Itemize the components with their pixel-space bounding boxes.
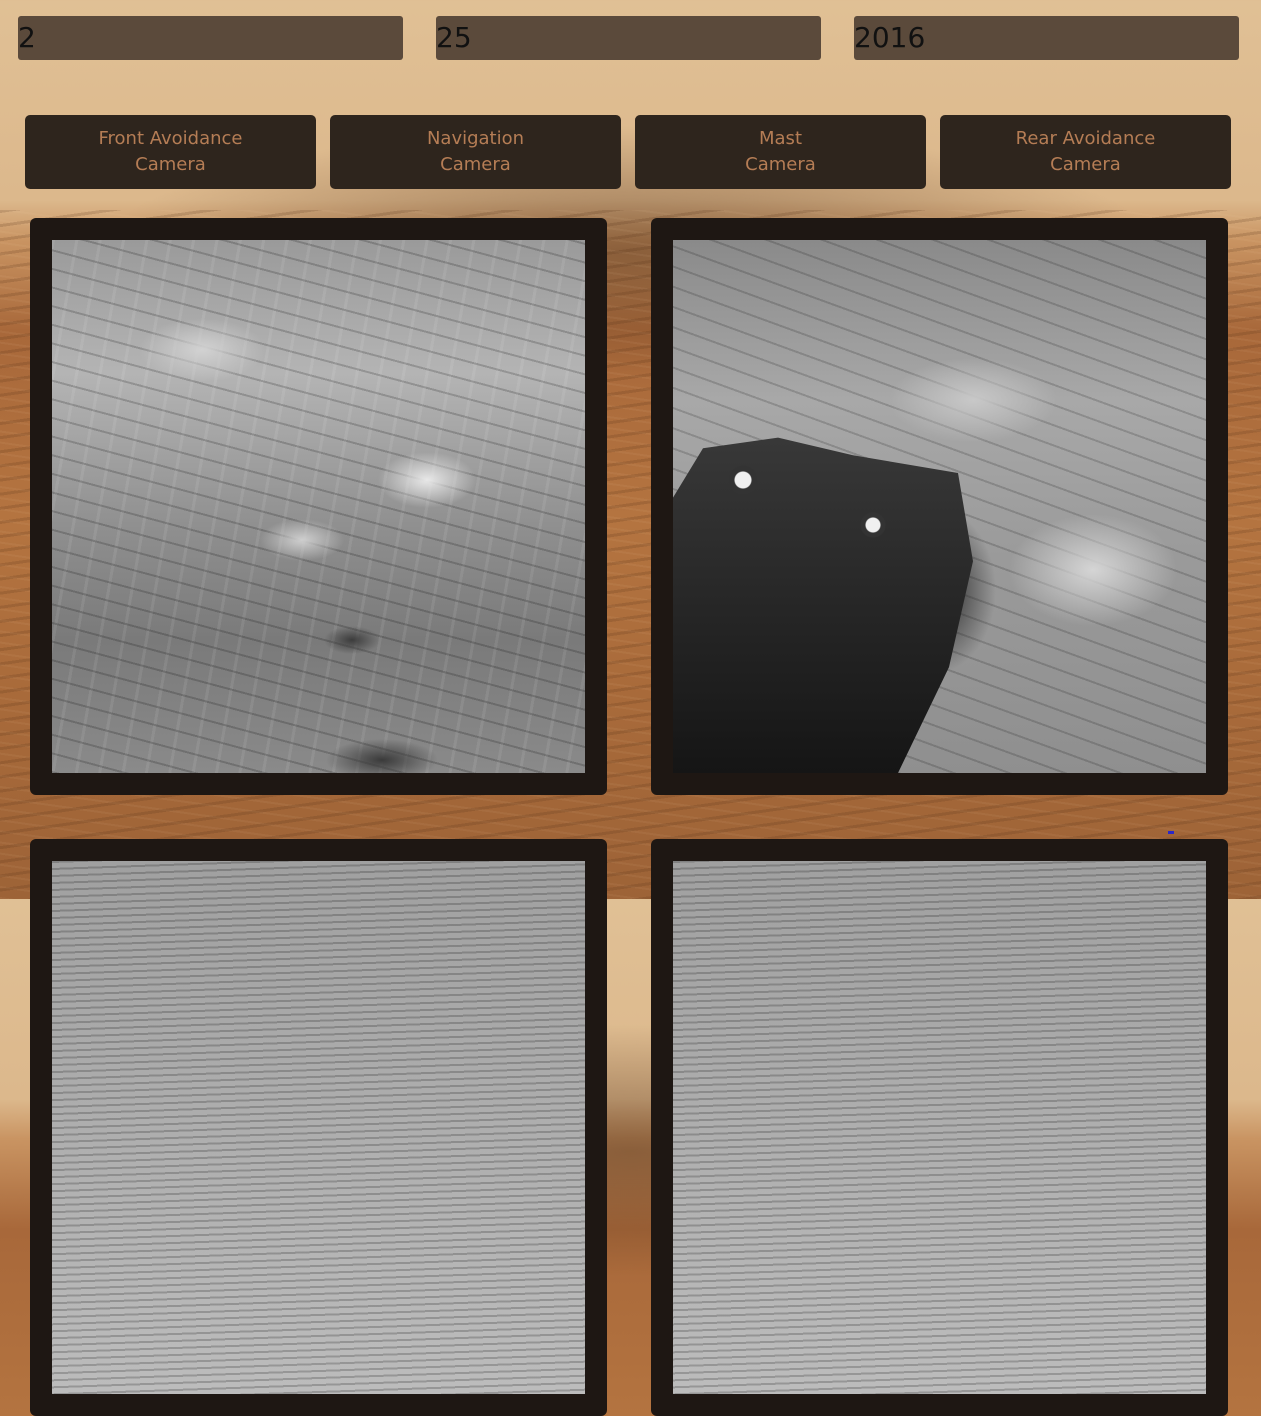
rover-photo[interactable] <box>673 861 1206 1394</box>
year-input[interactable]: 2016 <box>854 16 1239 60</box>
button-label-line1: Rear Avoidance <box>1015 128 1156 149</box>
rover-photo[interactable] <box>52 861 585 1394</box>
button-label-line2: Camera <box>745 154 816 175</box>
button-label-line1: Navigation <box>426 128 525 149</box>
rover-photo[interactable] <box>673 240 1206 773</box>
cursor-marker <box>1168 831 1174 834</box>
front-avoidance-camera-button[interactable]: Front Avoidance Camera <box>25 115 316 189</box>
day-input[interactable]: 25 <box>436 16 821 60</box>
button-label-line1: Mast <box>759 128 802 149</box>
button-label-line2: Camera <box>135 154 206 175</box>
rear-avoidance-camera-button[interactable]: Rear Avoidance Camera <box>940 115 1231 189</box>
photo-card[interactable] <box>30 218 607 795</box>
button-label-line2: Camera <box>1050 154 1121 175</box>
button-label-line2: Camera <box>440 154 511 175</box>
page: { "filters": { "month": "2", "day": "25"… <box>0 0 1261 1416</box>
mast-camera-button[interactable]: Mast Camera <box>635 115 926 189</box>
photo-card[interactable] <box>30 839 607 1416</box>
month-input[interactable]: 2 <box>18 16 403 60</box>
rover-photo[interactable] <box>52 240 585 773</box>
rover-arm-image <box>673 437 973 773</box>
button-label-line1: Front Avoidance <box>98 128 243 149</box>
photo-card[interactable] <box>651 839 1228 1416</box>
photo-card[interactable] <box>651 218 1228 795</box>
navigation-camera-button[interactable]: Navigation Camera <box>330 115 621 189</box>
